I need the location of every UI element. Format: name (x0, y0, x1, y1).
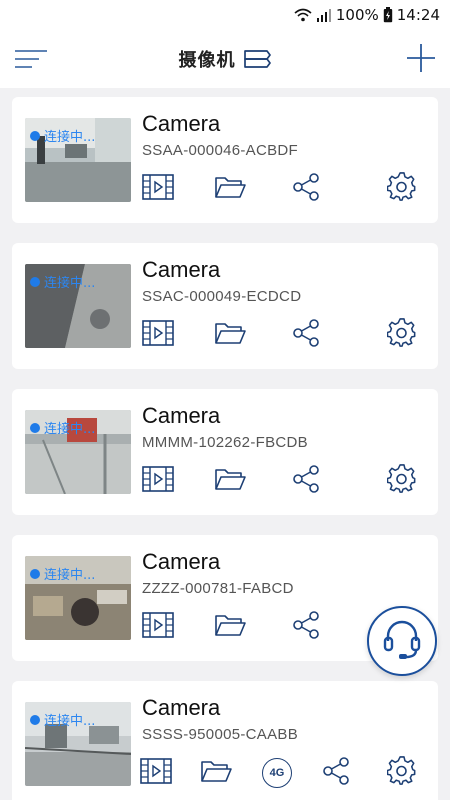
camera-card[interactable]: 连接中... Camera SSSS-950005-CAABB 4G (12, 681, 438, 800)
video-icon (142, 612, 174, 642)
connection-status: 连接中... (44, 276, 96, 291)
camera-card[interactable]: 连接中... Camera SSAC-000049-ECDCD (12, 243, 438, 369)
wifi-icon (294, 8, 312, 22)
camera-card[interactable]: 连接中... Camera MMMM-102262-FBCDB (12, 389, 438, 515)
share-button[interactable] (289, 318, 323, 352)
page-title: 摄像机 (178, 50, 236, 71)
camera-id: ZZZZ-000781-FABCD (142, 580, 294, 597)
camera-name: Camera (142, 111, 221, 136)
camera-id: SSAC-000049-ECDCD (142, 288, 302, 305)
share-button[interactable] (289, 610, 323, 644)
folder-icon (214, 467, 246, 495)
share-button[interactable] (289, 464, 323, 498)
4g-badge: 4G (262, 758, 292, 788)
customer-support-button[interactable] (367, 606, 437, 676)
camera-thumbnail[interactable]: 连接中... (25, 118, 131, 202)
files-button[interactable] (199, 756, 233, 790)
menu-icon[interactable] (14, 44, 48, 74)
files-button[interactable] (213, 464, 247, 498)
folder-icon (214, 321, 246, 349)
camera-thumbnail[interactable]: 连接中... (25, 410, 131, 494)
playback-button[interactable] (141, 318, 175, 352)
camera-id: MMMM-102262-FBCDB (142, 434, 308, 451)
gear-icon (386, 318, 417, 352)
4g-button[interactable]: 4G (260, 756, 294, 790)
gear-icon (386, 172, 417, 206)
folder-icon (214, 613, 246, 641)
app-header: 摄像机 (0, 30, 450, 88)
settings-button[interactable] (385, 756, 419, 790)
folder-icon (214, 175, 246, 203)
files-button[interactable] (213, 172, 247, 206)
playback-button[interactable] (139, 756, 173, 790)
camera-thumbnail[interactable]: 连接中... (25, 556, 131, 640)
camera-id: SSSS-950005-CAABB (142, 726, 299, 743)
status-bar: 100% 14:24 (0, 0, 450, 30)
video-icon (140, 758, 172, 788)
connection-status: 连接中... (44, 714, 96, 729)
camera-thumbnail[interactable]: 连接中... (25, 264, 131, 348)
share-icon (291, 610, 321, 644)
share-icon (291, 318, 321, 352)
folder-icon (200, 759, 232, 787)
header-title-group[interactable]: 摄像机 (179, 46, 272, 72)
playback-button[interactable] (141, 610, 175, 644)
plus-icon (407, 44, 435, 72)
share-icon (321, 756, 351, 790)
files-button[interactable] (213, 610, 247, 644)
camera-name: Camera (142, 403, 221, 428)
share-icon (291, 172, 321, 206)
share-button[interactable] (319, 756, 353, 790)
settings-button[interactable] (385, 464, 419, 498)
video-icon (142, 466, 174, 496)
camera-id: SSAA-000046-ACBDF (142, 142, 299, 159)
layers-icon (242, 48, 272, 70)
share-icon (291, 464, 321, 498)
battery-percent: 100% (335, 6, 379, 24)
gear-icon (386, 756, 417, 790)
connection-status: 连接中... (44, 422, 96, 437)
camera-card[interactable]: 连接中... Camera SSAA-000046-ACBDF (12, 97, 438, 223)
camera-name: Camera (142, 549, 221, 574)
connection-status: 连接中... (44, 130, 96, 145)
playback-button[interactable] (141, 464, 175, 498)
connection-status: 连接中... (44, 568, 96, 583)
playback-button[interactable] (141, 172, 175, 206)
clock: 14:24 (396, 6, 440, 24)
gear-icon (386, 464, 417, 498)
camera-name: Camera (142, 257, 221, 282)
signal-icon (316, 8, 332, 22)
camera-name: Camera (142, 695, 221, 720)
add-button[interactable] (406, 42, 436, 74)
files-button[interactable] (213, 318, 247, 352)
settings-button[interactable] (385, 318, 419, 352)
video-icon (142, 320, 174, 350)
headset-icon (380, 617, 424, 665)
share-button[interactable] (289, 172, 323, 206)
battery-icon (383, 7, 393, 23)
settings-button[interactable] (385, 172, 419, 206)
video-icon (142, 174, 174, 204)
camera-thumbnail[interactable]: 连接中... (25, 702, 131, 786)
